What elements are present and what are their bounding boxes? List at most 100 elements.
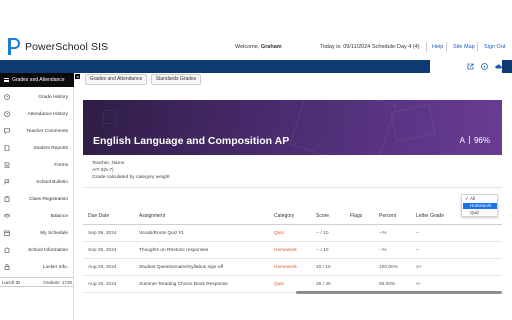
sidebar-item-school-bulletin[interactable]: School Bulletin [0, 175, 74, 190]
category-cell: Homework [274, 265, 297, 270]
schedule-day: Day 4 (4) [397, 44, 420, 50]
today-date: Today is: 09/11/2024 [320, 44, 371, 50]
lunch-id-value: Graham: 1735 [43, 280, 72, 285]
assignment-cell[interactable]: Vocab/Roots Quiz #1 [139, 231, 184, 236]
powerschool-logo[interactable]: PowerSchool SIS [8, 38, 108, 55]
column-header-due-date[interactable]: Due Date [88, 213, 109, 219]
table-row[interactable]: Aug 29, 2024 Student Questionnaire/Sylla… [83, 259, 502, 276]
sidebar-item-forms[interactable]: Forms [0, 158, 74, 173]
sidebar-item-label: Grades and Attendance [12, 77, 65, 83]
welcome-text: Welcome, Graham [235, 44, 282, 50]
clock-icon [4, 111, 10, 117]
category-filter-dropdown[interactable]: ✓ All Homework Quiz [461, 194, 498, 217]
letter-grade-cell: A- [416, 282, 421, 287]
sign-out-link[interactable]: Sign Out [484, 44, 505, 50]
column-header-letter-grade[interactable]: Letter Grade [416, 213, 444, 219]
tab-standards-grades[interactable]: Standards Grades [151, 74, 201, 85]
course-grade: A 96% [460, 136, 490, 145]
percent-cell: 100.00% [379, 265, 398, 270]
filter-option-quiz[interactable]: Quiz [463, 210, 497, 216]
sidebar-item-student-reports[interactable]: Student Reports [0, 141, 74, 156]
external-link-icon[interactable] [467, 63, 474, 70]
category-cell: Homework [274, 248, 297, 253]
powerschool-logo-icon [8, 38, 21, 55]
sidebar-item-label: Forms [54, 163, 68, 168]
course-title: English Language and Composition AP [93, 135, 290, 147]
document-icon [4, 145, 10, 151]
help-link[interactable]: Help [432, 44, 443, 50]
calendar-icon [4, 230, 10, 236]
header-divider [426, 42, 427, 52]
letter-grade-cell: A+ [416, 265, 423, 270]
site-map-link[interactable]: Site Map [453, 44, 475, 50]
lunch-id-label: Lunch ID [2, 280, 21, 285]
category-cell: Quiz [274, 282, 284, 287]
assignment-cell[interactable]: Thoughts on Rhetoric responses [139, 248, 208, 253]
school-icon [4, 247, 10, 253]
sidebar-item-label: Class Registration [29, 197, 68, 202]
section-divider [83, 187, 502, 188]
user-name: Graham [260, 44, 282, 50]
sidebar-item-locker-info[interactable]: Locker Info. [0, 260, 74, 275]
filter-option-label: All [470, 196, 476, 201]
sidebar-item-label: School Bulletin [36, 180, 68, 185]
percent-cell: --% [379, 231, 387, 236]
chat-icon [4, 128, 10, 134]
sidebar-item-grade-history[interactable]: Grade History [0, 90, 74, 105]
sidebar-item-label: Locker Info. [42, 265, 68, 270]
header-divider [477, 42, 478, 52]
lunch-id: Lunch ID Graham: 1735 [0, 277, 74, 287]
column-header-percent[interactable]: Percent [379, 213, 396, 219]
column-header-flags[interactable]: Flags [350, 213, 362, 219]
filter-option-label: Homework [470, 203, 492, 208]
sidebar-item-label: School Information [28, 248, 68, 253]
score-cell: 36 / 40 [316, 282, 331, 287]
score-cell: -- / 10 [316, 248, 329, 253]
due-date-cell: Aug 26, 2024 [88, 282, 117, 287]
teacher-name: Teacher, Name [92, 161, 125, 166]
filter-option-homework[interactable]: Homework [463, 203, 497, 209]
percent-cell: --% [379, 248, 387, 253]
percent-cell: 90.00% [379, 282, 396, 287]
course-section: AIT-3(5-7) [92, 168, 114, 173]
column-header-score[interactable]: Score [316, 213, 329, 219]
scale-icon [4, 213, 10, 219]
sidebar-item-grades-and-attendance[interactable]: Grades and Attendance [0, 73, 74, 87]
sidebar-item-label: Teacher Comments [26, 129, 68, 134]
sidebar-item-teacher-comments[interactable]: Teacher Comments [0, 124, 74, 139]
checkmark-icon: ✓ [465, 196, 469, 201]
info-icon[interactable] [481, 63, 488, 70]
due-date-cell: Aug 29, 2024 [88, 265, 117, 270]
grade-calculation-note: Grade calculated by category weight [92, 175, 170, 180]
cloud-icon[interactable] [495, 63, 502, 70]
score-cell: 10 / 10 [316, 265, 331, 270]
sidebar-item-my-schedule[interactable]: My Schedule [0, 226, 74, 241]
flag-icon [4, 179, 10, 185]
filter-option-label: Quiz [470, 210, 480, 215]
content-fade [83, 292, 502, 320]
collapse-sidebar-icon[interactable]: ◂ [75, 74, 80, 79]
sidebar-item-label: Student Reports [33, 146, 68, 151]
clock-icon [4, 94, 10, 100]
assignment-cell[interactable]: Student Questionnaire/Syllabus sign-off [139, 265, 223, 270]
category-cell: Quiz [274, 231, 284, 236]
tab-grades-and-attendance[interactable]: Grades and Attendance [85, 74, 147, 85]
app-name: PowerSchool SIS [25, 40, 109, 53]
column-header-category[interactable]: Category [274, 213, 294, 219]
sidebar-item-label: Grade History [38, 95, 68, 100]
filter-option-all[interactable]: ✓ All [463, 196, 497, 202]
column-header-assignment[interactable]: Assignment [139, 213, 165, 219]
header-divider [446, 42, 447, 52]
lock-icon [4, 264, 10, 270]
sidebar-item-balance[interactable]: Balance [0, 209, 74, 224]
table-row[interactable]: Sep 09, 2024 Vocab/Roots Quiz #1 Quiz --… [83, 225, 502, 242]
sidebar-item-label: Balance [50, 214, 68, 219]
sidebar-item-attendance-history[interactable]: Attendance History [0, 107, 74, 122]
sidebar-item-school-information[interactable]: School Information [0, 243, 74, 258]
sidebar-item-class-registration[interactable]: Class Registration [0, 192, 74, 207]
assignment-cell[interactable]: Summer Reading Choice Book Response [139, 282, 228, 287]
due-date-cell: Sep 05, 2024 [88, 248, 117, 253]
letter-grade-cell: -- [416, 231, 420, 236]
table-row[interactable]: Sep 05, 2024 Thoughts on Rhetoric respon… [83, 242, 502, 259]
sidebar-item-label: Attendance History [27, 112, 68, 117]
